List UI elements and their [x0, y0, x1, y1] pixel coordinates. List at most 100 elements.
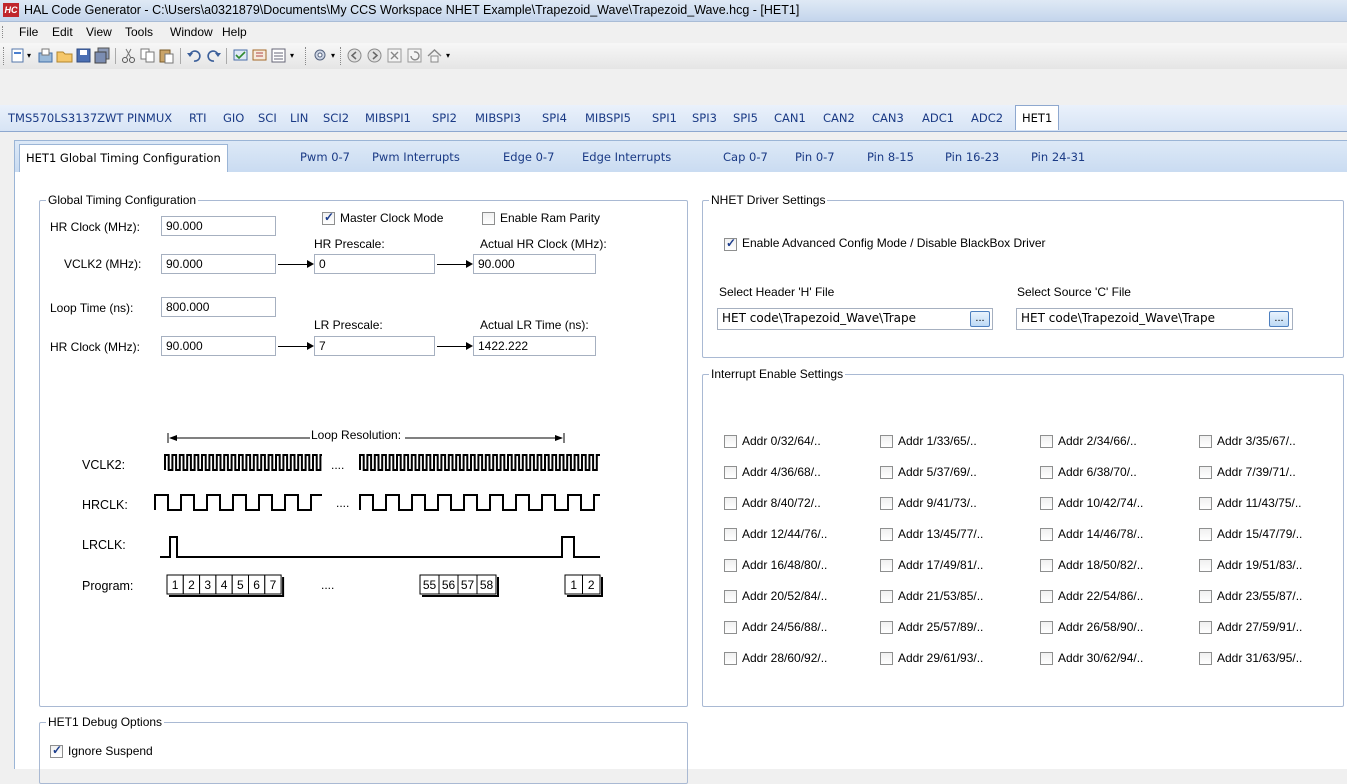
- back-icon[interactable]: [346, 47, 363, 64]
- tab-lin[interactable]: LIN: [290, 111, 308, 125]
- refresh-icon[interactable]: [406, 47, 423, 64]
- close-doc-icon[interactable]: [386, 47, 403, 64]
- menu-file[interactable]: File: [19, 25, 38, 39]
- tab-pin-8-15[interactable]: Pin 8-15: [867, 150, 914, 164]
- tab-can2[interactable]: CAN2: [823, 111, 855, 125]
- home-icon[interactable]: [426, 47, 443, 64]
- tab-mibspi1[interactable]: MIBSPI1: [365, 111, 411, 125]
- source-file-input[interactable]: HET code\Trapezoid_Wave\Trape: [1016, 308, 1293, 330]
- header-file-input[interactable]: HET code\Trapezoid_Wave\Trape: [717, 308, 993, 330]
- interrupt-checkbox[interactable]: [880, 559, 893, 572]
- advanced-config-checkbox[interactable]: [724, 236, 737, 251]
- interrupt-checkbox[interactable]: [1199, 497, 1212, 510]
- tab-pin-24-31[interactable]: Pin 24-31: [1031, 150, 1085, 164]
- menu-tools[interactable]: Tools: [125, 25, 153, 39]
- interrupt-checkbox[interactable]: [1199, 590, 1212, 603]
- interrupt-checkbox[interactable]: [880, 652, 893, 665]
- new-dropdown-icon[interactable]: ▾: [27, 51, 31, 60]
- interrupt-checkbox[interactable]: [724, 466, 737, 479]
- interrupt-checkbox[interactable]: [880, 435, 893, 448]
- cut-icon[interactable]: [120, 47, 137, 64]
- new-icon[interactable]: [9, 47, 26, 64]
- interrupt-checkbox[interactable]: [724, 590, 737, 603]
- interrupt-checkbox[interactable]: [1199, 528, 1212, 541]
- interrupt-checkbox[interactable]: [1199, 435, 1212, 448]
- interrupt-checkbox[interactable]: [724, 528, 737, 541]
- tab-cap-0-7[interactable]: Cap 0-7: [723, 150, 768, 164]
- interrupt-checkbox[interactable]: [724, 652, 737, 665]
- tab-spi5[interactable]: SPI5: [733, 111, 758, 125]
- interrupt-checkbox[interactable]: [880, 528, 893, 541]
- settings-icon[interactable]: [312, 47, 329, 64]
- copy-icon[interactable]: [139, 47, 156, 64]
- generate-icon[interactable]: [232, 47, 249, 64]
- interrupt-checkbox[interactable]: [1040, 652, 1053, 665]
- interrupt-checkbox[interactable]: [1199, 559, 1212, 572]
- interrupt-checkbox[interactable]: [1040, 466, 1053, 479]
- tab-spi3[interactable]: SPI3: [692, 111, 717, 125]
- paste-icon[interactable]: [158, 47, 175, 64]
- interrupt-checkbox[interactable]: [1040, 590, 1053, 603]
- interrupt-checkbox[interactable]: [724, 497, 737, 510]
- menu-view[interactable]: View: [86, 25, 112, 39]
- tab-pwm-interrupts[interactable]: Pwm Interrupts: [372, 150, 460, 164]
- tab-pin-16-23[interactable]: Pin 16-23: [945, 150, 999, 164]
- ignore-suspend-checkbox[interactable]: [50, 743, 63, 758]
- undo-icon[interactable]: [186, 47, 203, 64]
- header-browse-button[interactable]: ...: [970, 311, 990, 327]
- tab-gio[interactable]: GIO: [223, 111, 244, 125]
- menu-help[interactable]: Help: [222, 25, 247, 39]
- settings-dropdown-icon[interactable]: ▾: [331, 51, 335, 60]
- interrupt-checkbox[interactable]: [1040, 497, 1053, 510]
- tab-can1[interactable]: CAN1: [774, 111, 806, 125]
- tab-edge-interrupts[interactable]: Edge Interrupts: [582, 150, 671, 164]
- tab-rti[interactable]: RTI: [189, 111, 207, 125]
- interrupt-checkbox[interactable]: [724, 559, 737, 572]
- tab-sci2[interactable]: SCI2: [323, 111, 349, 125]
- home-dropdown-icon[interactable]: ▾: [446, 51, 450, 60]
- tab-pwm-0-7[interactable]: Pwm 0-7: [300, 150, 350, 164]
- save-icon[interactable]: [75, 47, 92, 64]
- folder-icon[interactable]: [56, 47, 73, 64]
- interrupt-checkbox[interactable]: [1040, 621, 1053, 634]
- tab-tms570ls3137zwt[interactable]: TMS570LS3137ZWT: [8, 111, 123, 125]
- interrupt-checkbox[interactable]: [1199, 621, 1212, 634]
- interrupt-checkbox[interactable]: [1040, 435, 1053, 448]
- interrupt-checkbox[interactable]: [724, 435, 737, 448]
- menu-edit[interactable]: Edit: [52, 25, 73, 39]
- open-icon[interactable]: [37, 47, 54, 64]
- tab-het1[interactable]: HET1: [1015, 105, 1060, 130]
- interrupt-checkbox[interactable]: [1199, 652, 1212, 665]
- hr-clock-input-2[interactable]: 90.000: [161, 336, 276, 356]
- build-icon[interactable]: [251, 47, 268, 64]
- hr-clock-input[interactable]: 90.000: [161, 216, 276, 236]
- tab-mibspi3[interactable]: MIBSPI3: [475, 111, 521, 125]
- list-dropdown-icon[interactable]: ▾: [290, 51, 294, 60]
- tab-pin-0-7[interactable]: Pin 0-7: [795, 150, 835, 164]
- tab-spi2[interactable]: SPI2: [432, 111, 457, 125]
- master-clock-checkbox[interactable]: [322, 210, 335, 225]
- tab-het1-global-timing[interactable]: HET1 Global Timing Configuration: [19, 144, 228, 172]
- list-icon[interactable]: [270, 47, 287, 64]
- menu-window[interactable]: Window: [170, 25, 213, 39]
- tab-adc2[interactable]: ADC2: [971, 111, 1003, 125]
- interrupt-checkbox[interactable]: [1040, 559, 1053, 572]
- loop-time-input[interactable]: 800.000: [161, 297, 276, 317]
- interrupt-checkbox[interactable]: [880, 590, 893, 603]
- tab-adc1[interactable]: ADC1: [922, 111, 954, 125]
- forward-icon[interactable]: [366, 47, 383, 64]
- tab-can3[interactable]: CAN3: [872, 111, 904, 125]
- tab-spi1[interactable]: SPI1: [652, 111, 677, 125]
- save-all-icon[interactable]: [94, 47, 111, 64]
- hr-prescale-input[interactable]: 0: [314, 254, 435, 274]
- ram-parity-checkbox[interactable]: [482, 212, 495, 225]
- interrupt-checkbox[interactable]: [724, 621, 737, 634]
- interrupt-checkbox[interactable]: [880, 497, 893, 510]
- source-browse-button[interactable]: ...: [1269, 311, 1289, 327]
- redo-icon[interactable]: [205, 47, 222, 64]
- interrupt-checkbox[interactable]: [1040, 528, 1053, 541]
- tab-sci[interactable]: SCI: [258, 111, 277, 125]
- interrupt-checkbox[interactable]: [1199, 466, 1212, 479]
- lr-prescale-input[interactable]: 7: [314, 336, 435, 356]
- interrupt-checkbox[interactable]: [880, 466, 893, 479]
